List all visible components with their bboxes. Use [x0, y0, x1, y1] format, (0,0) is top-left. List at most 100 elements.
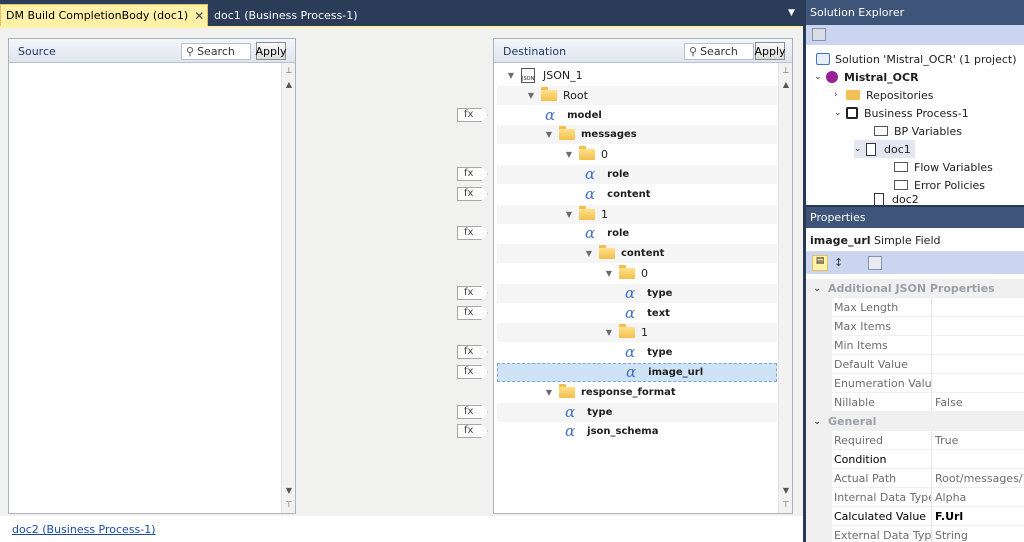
tree-node-json-schema[interactable]: α json_schema: [497, 422, 777, 441]
tree-node-type[interactable]: α type: [497, 403, 777, 422]
function-button[interactable]: fx: [457, 167, 488, 181]
repositories-item[interactable]: › Repositories: [834, 86, 934, 104]
scroll-top-icon[interactable]: ⊥: [780, 65, 792, 77]
source-apply-button[interactable]: Apply: [255, 42, 287, 60]
scroll-bottom-icon[interactable]: ⊤: [780, 499, 792, 511]
scroll-top-icon[interactable]: ⊥: [283, 65, 295, 77]
property-row[interactable]: Actual Path Root/messages/1: [806, 469, 1024, 488]
property-category[interactable]: ⌄ General: [806, 412, 1024, 431]
property-value[interactable]: Root/messages/1: [932, 469, 1024, 488]
doc2-link[interactable]: doc2 (Business Process-1): [12, 523, 156, 536]
tree-node-root[interactable]: ▼ Root: [497, 86, 777, 105]
scroll-bottom-icon[interactable]: ⊤: [283, 499, 295, 511]
tree-node-type[interactable]: α type: [497, 284, 777, 303]
property-value[interactable]: [932, 450, 1024, 469]
property-value[interactable]: False: [932, 393, 1024, 412]
destination-vertical-scrollbar[interactable]: ⊥ ▲ ▼ ⊤: [778, 63, 792, 513]
tree-node-text[interactable]: α text: [497, 304, 777, 323]
function-button[interactable]: fx: [457, 424, 488, 438]
expand-toggle-icon[interactable]: ▼: [603, 269, 615, 278]
function-button[interactable]: fx: [457, 286, 488, 300]
property-value[interactable]: F.Url: [932, 507, 1024, 526]
tree-node-image-url[interactable]: α image_url: [497, 363, 777, 382]
tree-node-1[interactable]: ▼ 1: [497, 323, 777, 342]
function-button[interactable]: fx: [457, 226, 488, 240]
property-row[interactable]: External Data Type String: [806, 526, 1024, 542]
property-row[interactable]: Max Items: [806, 317, 1024, 336]
scroll-down-icon[interactable]: ▼: [780, 485, 792, 497]
tree-node-json-1[interactable]: ▼ JSON JSON_1: [497, 66, 777, 85]
chevron-down-icon[interactable]: ⌄: [806, 284, 828, 294]
scroll-up-icon[interactable]: ▲: [780, 79, 792, 91]
bp-variables-item[interactable]: BP Variables: [874, 122, 962, 140]
expand-toggle-icon[interactable]: ▼: [543, 388, 555, 397]
business-process-item[interactable]: ⌄ Business Process-1: [834, 104, 969, 122]
tree-node-0[interactable]: ▼ 0: [497, 145, 777, 164]
function-button[interactable]: fx: [457, 108, 488, 122]
tree-node-content[interactable]: α content: [497, 185, 777, 204]
expand-toggle-icon[interactable]: ▼: [563, 210, 575, 219]
tab-list-dropdown-icon[interactable]: ▼: [788, 8, 795, 18]
chevron-right-icon[interactable]: ›: [834, 90, 846, 100]
project-item[interactable]: ⌄ Mistral_OCR: [814, 68, 919, 86]
property-row[interactable]: Nillable False: [806, 393, 1024, 412]
properties-toolbar-icon[interactable]: [812, 28, 826, 41]
property-category[interactable]: ⌄ Additional JSON Properties: [806, 279, 1024, 298]
properties-object-selector[interactable]: image_url Simple Field: [806, 228, 1024, 252]
tree-node-role[interactable]: α role: [497, 165, 777, 184]
property-value[interactable]: True: [932, 431, 1024, 450]
tree-node-model[interactable]: α model: [497, 106, 777, 125]
expand-toggle-icon[interactable]: ▼: [563, 150, 575, 159]
function-button[interactable]: fx: [457, 306, 488, 320]
expand-toggle-icon[interactable]: ▼: [505, 71, 517, 80]
property-row[interactable]: Default Value: [806, 355, 1024, 374]
expand-toggle-icon[interactable]: ▼: [583, 249, 595, 258]
scroll-down-icon[interactable]: ▼: [283, 485, 295, 497]
error-policies-item[interactable]: Error Policies: [894, 176, 985, 194]
source-vertical-scrollbar[interactable]: ⊥ ▲ ▼ ⊤: [281, 63, 295, 513]
function-button[interactable]: fx: [457, 405, 488, 419]
tree-node-content[interactable]: ▼ content: [497, 244, 777, 263]
tree-node-messages[interactable]: ▼ messages: [497, 125, 777, 144]
property-row[interactable]: Min Items: [806, 336, 1024, 355]
property-value[interactable]: [932, 336, 1024, 355]
categorized-icon[interactable]: ▤: [812, 255, 828, 271]
property-value[interactable]: [932, 374, 1024, 393]
tab-doc1[interactable]: doc1 (Business Process-1): [210, 4, 370, 26]
chevron-down-icon[interactable]: ⌄: [814, 72, 826, 82]
expand-toggle-icon[interactable]: ▼: [603, 328, 615, 337]
property-value[interactable]: String: [932, 526, 1024, 542]
flow-variables-item[interactable]: Flow Variables: [894, 158, 993, 176]
close-icon[interactable]: ✕: [194, 9, 204, 23]
expand-toggle-icon[interactable]: ▼: [543, 130, 555, 139]
property-row[interactable]: Condition: [806, 450, 1024, 469]
property-row[interactable]: Calculated Value F.Url: [806, 507, 1024, 526]
chevron-down-icon[interactable]: ⌄: [854, 144, 866, 154]
expand-toggle-icon[interactable]: ▼: [525, 91, 537, 100]
property-row[interactable]: Required True: [806, 431, 1024, 450]
property-pages-icon[interactable]: [868, 256, 882, 270]
chevron-down-icon[interactable]: ⌄: [806, 417, 828, 427]
solution-item[interactable]: Solution 'Mistral_OCR' (1 project): [816, 50, 1017, 68]
property-value[interactable]: [932, 355, 1024, 374]
property-value[interactable]: [932, 298, 1024, 317]
property-row[interactable]: Internal Data Type Alpha: [806, 488, 1024, 507]
scroll-up-icon[interactable]: ▲: [283, 79, 295, 91]
property-value[interactable]: [932, 317, 1024, 336]
tree-node-role[interactable]: α role: [497, 224, 777, 243]
function-button[interactable]: fx: [457, 187, 488, 201]
tree-node-response-format[interactable]: ▼ response_format: [497, 383, 777, 402]
source-search-input[interactable]: ⚲ Search: [181, 43, 251, 60]
tree-node-type[interactable]: α type: [497, 343, 777, 362]
destination-search-input[interactable]: ⚲ Search: [684, 43, 754, 60]
property-row[interactable]: Enumeration Value: [806, 374, 1024, 393]
doc2-item[interactable]: doc2: [874, 193, 919, 205]
alphabetical-icon[interactable]: ↕: [834, 256, 843, 269]
tree-node-0[interactable]: ▼ 0: [497, 264, 777, 283]
doc1-item[interactable]: ⌄ doc1: [854, 140, 915, 158]
tree-node-1[interactable]: ▼ 1: [497, 205, 777, 224]
function-button[interactable]: fx: [457, 345, 488, 359]
function-button[interactable]: fx: [457, 365, 488, 379]
property-value[interactable]: Alpha: [932, 488, 1024, 507]
property-row[interactable]: Max Length: [806, 298, 1024, 317]
